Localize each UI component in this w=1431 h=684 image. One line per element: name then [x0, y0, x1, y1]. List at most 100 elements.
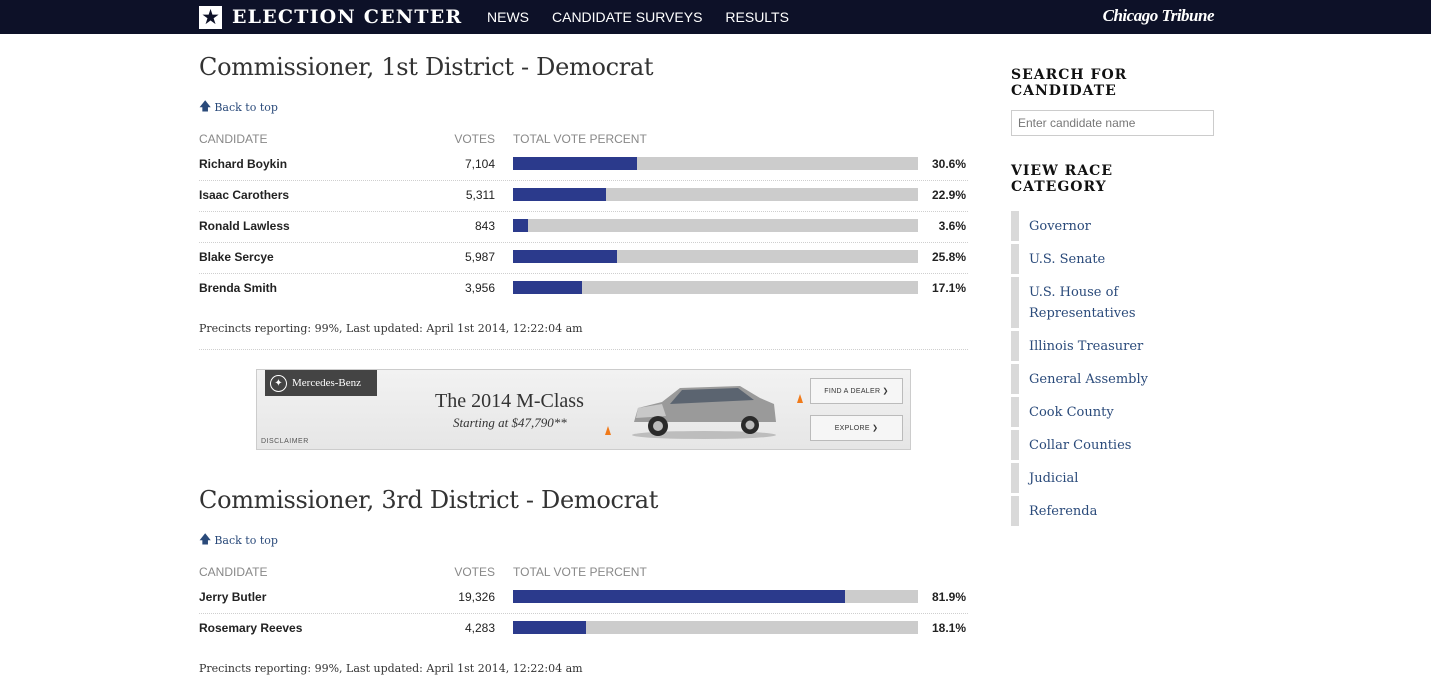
- results-table: Jerry Butler 19,326 81.9% Rosemary Reeves 4,…: [199, 583, 968, 645]
- race-title: Commissioner, 1st District - Democrat: [199, 53, 654, 81]
- race-section: Commissioner, 3rd District - Democrat 🡅 …: [199, 486, 968, 684]
- category-link[interactable]: General Assembly: [1011, 364, 1214, 394]
- candidate-name[interactable]: Isaac Carothers: [199, 188, 289, 202]
- col-candidate: CANDIDATE: [199, 132, 268, 146]
- search-heading: SEARCH FOR CANDIDATE: [1011, 67, 1128, 99]
- category-heading: VIEW RACE CATEGORY: [1011, 163, 1113, 195]
- candidate-votes: 843: [474, 219, 495, 233]
- table-row: Isaac Carothers 5,311 22.9%: [199, 181, 968, 212]
- candidate-percent: 25.8%: [931, 250, 966, 264]
- star-logo-icon: ★: [199, 5, 222, 29]
- vote-percent-bar: [513, 281, 918, 294]
- results-table: Richard Boykin 7,104 30.6% Isaac Carothers 5…: [199, 150, 968, 305]
- publisher-logo[interactable]: Chicago Tribune: [1103, 6, 1215, 26]
- table-row: Brenda Smith 3,956 17.1%: [199, 274, 968, 305]
- candidate-percent: 30.6%: [931, 157, 966, 171]
- table-row: Richard Boykin 7,104 30.6%: [199, 150, 968, 181]
- cone-icon: [797, 394, 803, 403]
- ad-subline: Starting at $47,790**: [453, 415, 567, 430]
- results-table-header: CANDIDATE VOTES TOTAL VOTE PERCENT: [199, 565, 968, 583]
- vote-percent-bar: [513, 188, 918, 201]
- back-to-top-link[interactable]: 🡅 Back to top: [199, 97, 968, 118]
- results-table-header: CANDIDATE VOTES TOTAL VOTE PERCENT: [199, 132, 968, 150]
- candidate-name[interactable]: Brenda Smith: [199, 281, 277, 295]
- vote-percent-bar: [513, 250, 918, 263]
- vote-percent-fill: [513, 250, 618, 263]
- candidate-name[interactable]: Richard Boykin: [199, 157, 287, 171]
- category-link[interactable]: U.S. House of Representatives: [1011, 277, 1214, 328]
- vote-percent-bar: [513, 219, 918, 232]
- cone-icon: [605, 426, 611, 435]
- candidate-percent: 3.6%: [938, 219, 966, 233]
- mercedes-star-icon: ✦: [270, 374, 287, 392]
- nav-news[interactable]: NEWS: [487, 9, 529, 25]
- col-votes: VOTES: [454, 132, 495, 146]
- category-link[interactable]: Illinois Treasurer: [1011, 331, 1214, 361]
- table-row: Rosemary Reeves 4,283 18.1%: [199, 614, 968, 645]
- sidebar: SEARCH FOR CANDIDATE VIEW RACE CATEGORY …: [1011, 67, 1214, 529]
- car-image: [632, 386, 776, 439]
- candidate-percent: 22.9%: [931, 188, 966, 202]
- vote-percent-fill: [513, 188, 606, 201]
- candidate-votes: 19,326: [458, 590, 495, 604]
- candidate-name[interactable]: Ronald Lawless: [199, 219, 290, 233]
- vote-percent-fill: [513, 590, 845, 603]
- table-row: Jerry Butler 19,326 81.9%: [199, 583, 968, 614]
- vote-percent-fill: [513, 621, 587, 634]
- site-brand[interactable]: ★ ELECTION CENTER: [199, 4, 462, 30]
- vote-percent-bar: [513, 621, 918, 634]
- precincts-reporting: Precincts reporting: 99%, Last updated: …: [199, 322, 583, 335]
- back-to-top-label: Back to top: [214, 534, 278, 547]
- candidate-votes: 5,987: [464, 250, 495, 264]
- category-link[interactable]: Referenda: [1011, 496, 1214, 526]
- vote-percent-bar: [513, 590, 918, 603]
- candidate-search-input[interactable]: [1011, 110, 1214, 136]
- main-nav: NEWS CANDIDATE SURVEYS RESULTS: [487, 0, 812, 34]
- category-link[interactable]: U.S. Senate: [1011, 244, 1214, 274]
- col-total-vote-percent: TOTAL VOTE PERCENT: [513, 132, 647, 146]
- divider: [199, 349, 968, 350]
- arrow-up-icon: 🡅: [199, 99, 212, 113]
- vote-percent-fill: [513, 157, 637, 170]
- candidate-votes: 5,311: [465, 188, 495, 202]
- candidate-percent: 81.9%: [931, 590, 966, 604]
- vote-percent-fill: [513, 219, 528, 232]
- back-to-top-label: Back to top: [214, 101, 278, 114]
- top-nav-bar: ★ ELECTION CENTER NEWS CANDIDATE SURVEYS…: [0, 0, 1431, 34]
- col-candidate: CANDIDATE: [199, 565, 268, 579]
- candidate-votes: 4,283: [464, 621, 495, 635]
- precincts-reporting: Precincts reporting: 99%, Last updated: …: [199, 662, 583, 675]
- race-title: Commissioner, 3rd District - Democrat: [199, 486, 659, 514]
- nav-results[interactable]: RESULTS: [725, 9, 789, 25]
- ad-headline: The 2014 M-Class: [435, 390, 584, 412]
- candidate-name[interactable]: Blake Sercye: [199, 250, 274, 264]
- candidate-name[interactable]: Rosemary Reeves: [199, 621, 302, 635]
- col-total-vote-percent: TOTAL VOTE PERCENT: [513, 565, 647, 579]
- vote-percent-fill: [513, 281, 583, 294]
- arrow-up-icon: 🡅: [199, 532, 212, 546]
- nav-candidate-surveys[interactable]: CANDIDATE SURVEYS: [552, 9, 702, 25]
- race-section: Commissioner, 1st District - Democrat 🡅 …: [199, 53, 968, 350]
- candidate-votes: 3,956: [464, 281, 495, 295]
- candidate-votes: 7,104: [464, 157, 495, 171]
- category-link[interactable]: Collar Counties: [1011, 430, 1214, 460]
- category-link[interactable]: Governor: [1011, 211, 1214, 241]
- site-title: ELECTION CENTER: [232, 6, 463, 28]
- find-dealer-button[interactable]: FIND A DEALER ❯: [810, 378, 903, 404]
- advertisement-banner[interactable]: ✦ Mercedes-Benz The 2014 M-Class Startin…: [256, 369, 911, 450]
- ad-brand-logo: ✦ Mercedes-Benz: [265, 370, 377, 396]
- candidate-percent: 18.1%: [931, 621, 966, 635]
- table-row: Blake Sercye 5,987 25.8%: [199, 243, 968, 274]
- candidate-name[interactable]: Jerry Butler: [199, 590, 266, 604]
- col-votes: VOTES: [454, 565, 495, 579]
- table-row: Ronald Lawless 843 3.6%: [199, 212, 968, 243]
- vote-percent-bar: [513, 157, 918, 170]
- race-category-list: Governor U.S. Senate U.S. House of Represe…: [1011, 211, 1214, 526]
- category-link[interactable]: Judicial: [1011, 463, 1214, 493]
- ad-disclaimer[interactable]: DISCLAIMER: [261, 438, 309, 445]
- category-link[interactable]: Cook County: [1011, 397, 1214, 427]
- ad-brand: Mercedes-Benz: [292, 377, 362, 389]
- explore-button[interactable]: EXPLORE ❯: [810, 415, 903, 441]
- back-to-top-link[interactable]: 🡅 Back to top: [199, 530, 968, 551]
- candidate-percent: 17.1%: [931, 281, 966, 295]
